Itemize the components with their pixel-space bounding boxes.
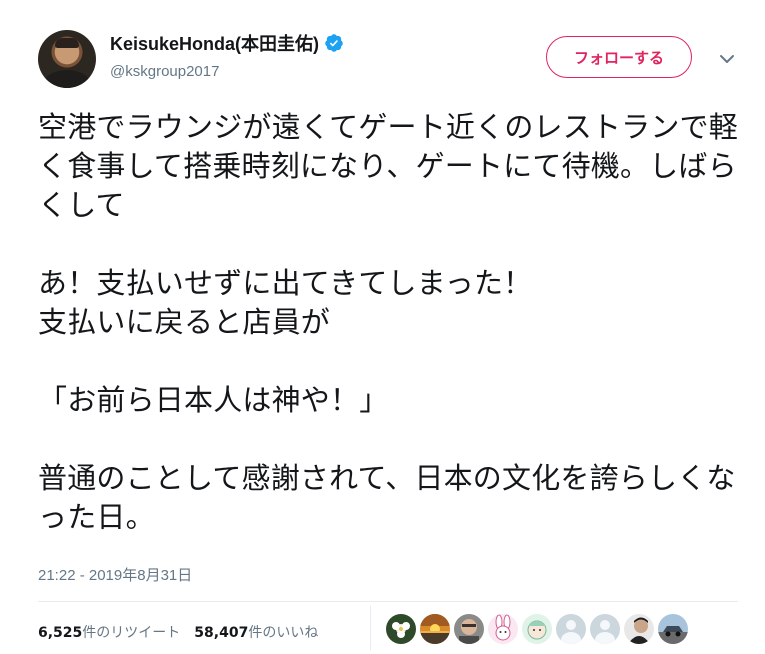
divider: [38, 601, 738, 602]
tweet-stats: 6,525件のリツイート 58,407件のいいね: [38, 622, 318, 642]
liker-anime-avatar[interactable]: [522, 614, 552, 644]
like-stat[interactable]: 58,407件のいいね: [194, 622, 318, 642]
follow-button[interactable]: フォローする: [546, 36, 692, 78]
stats-divider: [370, 606, 371, 650]
avatar-hair: [55, 38, 79, 48]
liker-man-avatar[interactable]: [624, 614, 654, 644]
liker-car-avatar[interactable]: [658, 614, 688, 644]
tweet-text: 空港でラウンジが遠くてゲート近くのレストランで軽く食事して搭乗時刻になり、ゲート…: [38, 110, 738, 534]
display-name[interactable]: KeisukeHonda(本田圭佑): [110, 30, 319, 56]
liker-default-avatar[interactable]: [556, 614, 586, 644]
avatar-shirt: [44, 70, 90, 88]
tweet-timestamp[interactable]: 21:22 - 2019年8月31日: [38, 564, 192, 585]
liker-sunset-avatar[interactable]: [420, 614, 450, 644]
user-handle[interactable]: @kskgroup2017: [110, 63, 219, 80]
retweet-label: 件のリツイート: [82, 625, 181, 641]
chevron-down-icon[interactable]: [718, 52, 736, 66]
avatar[interactable]: [38, 30, 96, 88]
like-label: 件のいいね: [248, 625, 319, 641]
tweet-card: KeisukeHonda(本田圭佑) @kskgroup2017 フォローする …: [0, 0, 765, 654]
verified-badge-icon: [325, 34, 343, 52]
like-count: 58,407: [194, 625, 249, 641]
liker-avatars: [386, 614, 688, 644]
liker-rabbit-avatar[interactable]: [488, 614, 518, 644]
retweet-count: 6,525: [38, 625, 83, 641]
retweet-stat[interactable]: 6,525件のリツイート: [38, 622, 180, 642]
liker-default-avatar[interactable]: [590, 614, 620, 644]
liker-flower-avatar[interactable]: [386, 614, 416, 644]
liker-person-avatar[interactable]: [454, 614, 484, 644]
user-name-row[interactable]: KeisukeHonda(本田圭佑): [110, 30, 344, 56]
